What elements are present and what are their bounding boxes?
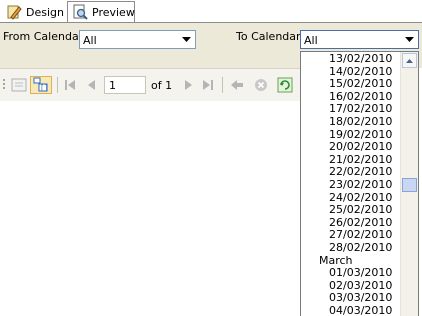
next-page-icon[interactable] — [180, 76, 196, 94]
previous-page-icon[interactable] — [84, 76, 100, 94]
toolbar-grip — [2, 76, 6, 94]
to-calendar-dropdown-list[interactable]: 13/02/2010 14/02/2010 15/02/2010 16/02/2010… — [300, 51, 419, 316]
scrollbar-thumb[interactable] — [402, 178, 417, 192]
toolbar-separator — [222, 77, 223, 93]
page-count-label: of 1 — [151, 78, 173, 92]
current-page-input[interactable]: 1 — [104, 76, 146, 94]
dropdown-scrollbar[interactable] — [400, 52, 418, 316]
tab-preview[interactable]: Preview — [67, 1, 135, 22]
to-calendar-select[interactable]: All — [300, 30, 419, 49]
dropdown-option[interactable]: 01/03/2010 — [301, 266, 401, 280]
tab-bar: Design Preview — [0, 0, 422, 23]
toolbar-separator — [57, 77, 58, 93]
dropdown-option[interactable]: 03/03/2010 — [301, 292, 401, 305]
from-calendar-value: All — [83, 34, 97, 47]
tab-design-label: Design — [26, 5, 64, 19]
dropdown-items: 13/02/2010 14/02/2010 15/02/2010 16/02/2010… — [301, 52, 401, 316]
dropdown-option[interactable]: 04/03/2010 — [301, 304, 401, 316]
first-page-icon[interactable] — [62, 76, 78, 94]
chevron-down-icon[interactable] — [179, 32, 194, 47]
to-calendar-label: To Calendar — [236, 30, 301, 43]
dropdown-option[interactable]: 18/02/2010 — [301, 115, 401, 129]
to-calendar-value: All — [304, 34, 318, 47]
parameters-toggle-icon[interactable]: [] — [30, 76, 52, 94]
tab-design[interactable]: Design — [2, 2, 64, 22]
chevron-down-icon[interactable] — [402, 32, 417, 47]
from-calendar-label: From Calendar — [3, 30, 84, 43]
design-icon — [6, 4, 22, 20]
svg-text:[]: [] — [40, 84, 48, 92]
refresh-icon[interactable] — [276, 76, 294, 94]
last-page-icon[interactable] — [200, 76, 216, 94]
tab-preview-label: Preview — [92, 5, 135, 19]
stop-icon[interactable] — [252, 76, 270, 94]
dropdown-option[interactable]: 28/02/2010 — [301, 241, 401, 255]
from-calendar-select[interactable]: All — [79, 30, 196, 49]
dropdown-option[interactable]: 15/02/2010 — [301, 78, 401, 91]
dropdown-option[interactable]: 23/02/2010 — [301, 178, 401, 192]
scroll-up-button[interactable] — [402, 53, 417, 68]
dropdown-option[interactable]: 25/02/2010 — [301, 204, 401, 217]
document-map-icon[interactable] — [9, 76, 29, 94]
report-toolbar: [] 1 of 1 — [0, 68, 300, 101]
back-icon[interactable] — [228, 76, 246, 94]
dropdown-option[interactable]: 20/02/2010 — [301, 141, 401, 154]
dropdown-option[interactable]: 13/02/2010 — [301, 52, 401, 66]
preview-icon — [72, 4, 88, 20]
